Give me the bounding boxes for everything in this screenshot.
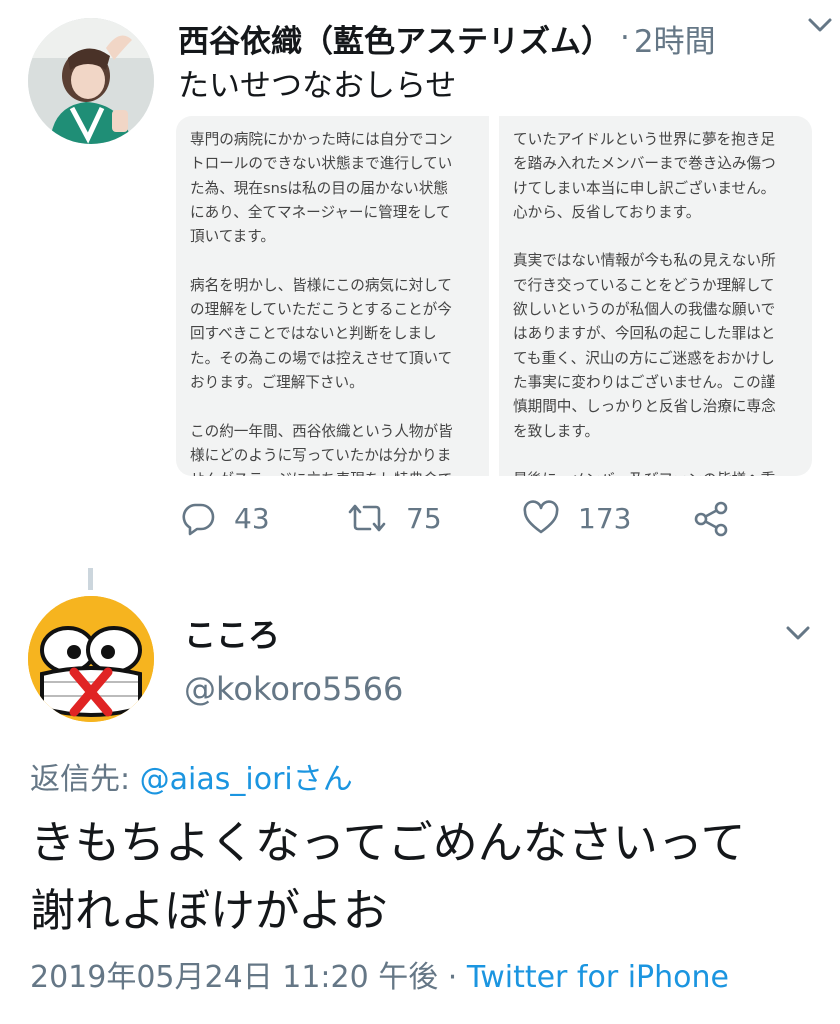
reply-icon bbox=[182, 503, 215, 536]
reply-prefix: 返信先: bbox=[30, 762, 140, 797]
media-text-line: ても重く、沢山の方にご迷惑をおかけし bbox=[513, 349, 775, 367]
media-text-line bbox=[190, 395, 475, 419]
user-handle[interactable]: @kokoro5566 bbox=[184, 670, 403, 708]
media-image-left[interactable]: 専門の病院にかかった時には自分でコン トロールのできない状態まで進行してい た為、現… bbox=[176, 116, 489, 476]
tweet-header: 西谷依織（藍色アステリズム） · 2時間 bbox=[178, 14, 818, 62]
media-text-line: で行き交っていることをどうか理解して bbox=[513, 276, 775, 294]
media-text-line: ていたアイドルという世界に夢を抱き足 bbox=[513, 131, 775, 148]
media-text-line: 病名を明かし、皆様にこの病気に対して bbox=[190, 276, 452, 294]
reply-user-link[interactable]: @aias_ioriさん bbox=[140, 762, 353, 797]
chevron-down-icon[interactable] bbox=[784, 622, 812, 644]
media-text-line: 慎期間中、しっかりと反省し治療に専念 bbox=[513, 398, 776, 416]
media-text-line: を致します。 bbox=[513, 422, 600, 440]
media-text-line: た。その為この場では控えさせて頂いて bbox=[190, 349, 453, 367]
media-text-line: けてしまい本当に申し訳ございません。 bbox=[513, 179, 776, 197]
tweet-text: たいせつなおしらせ bbox=[178, 68, 457, 104]
media-text-line: 様にどのように写っていたかは分かりま bbox=[190, 446, 452, 464]
tweet-meta: 2019年05月24日 11:20 午後 · Twitter for iPhon… bbox=[30, 952, 729, 996]
profile-photo-icon bbox=[28, 18, 154, 144]
media-text-line: にあり、全てマネージャーに管理をして bbox=[190, 203, 451, 221]
media-text-line: 欲しいというのが私個人の我儘な願いで bbox=[513, 301, 776, 319]
replying-to: 返信先: @aias_ioriさん bbox=[30, 754, 353, 798]
media-text-line: はありますが、今回私の起こした罪はと bbox=[513, 325, 776, 343]
tweet-text-line: きもちよくなってごめんなさいって bbox=[30, 816, 746, 869]
tweet-media[interactable]: 専門の病院にかかった時には自分でコン トロールのできない状態まで進行してい た為、現… bbox=[176, 116, 812, 476]
media-text-line: 頂いてます。 bbox=[190, 228, 275, 246]
media-text-line bbox=[190, 249, 475, 273]
display-name[interactable]: こころ bbox=[184, 610, 280, 656]
like-button[interactable]: 173 bbox=[522, 500, 631, 536]
media-text-line: この約一年間、西谷依織という人物が皆 bbox=[190, 422, 453, 440]
avatar[interactable] bbox=[28, 596, 154, 722]
media-text-line: せんがステージに立ち表現をし特典会で bbox=[190, 468, 475, 476]
tweet-actions: 43 75 173 bbox=[180, 500, 740, 544]
media-text-line: 心から、反省しております。 bbox=[513, 203, 701, 221]
separator-dot: · bbox=[438, 960, 467, 995]
media-text-line bbox=[513, 444, 798, 468]
media-text-line: 回すべきことではないと判断をしまし bbox=[190, 325, 437, 343]
media-text-line: おります。ご理解下さい。 bbox=[190, 373, 364, 391]
tweet-time[interactable]: 2時間 bbox=[634, 16, 716, 61]
media-text-line: た為、現在snsは私の目の届かない状態 bbox=[190, 179, 448, 197]
tweet-text-line: 謝れよぼけがよお bbox=[30, 884, 388, 937]
separator-dot: · bbox=[620, 20, 630, 56]
media-text-line: 専門の病院にかかった時には自分でコン bbox=[190, 131, 453, 148]
avatar[interactable] bbox=[28, 18, 154, 144]
retweet-icon bbox=[348, 504, 386, 532]
retweet-count: 75 bbox=[406, 501, 442, 535]
share-button[interactable] bbox=[692, 500, 730, 538]
media-text-line: の理解をしていただこうとすることが今 bbox=[190, 301, 452, 319]
like-count: 173 bbox=[578, 501, 632, 535]
reply-count: 43 bbox=[234, 501, 270, 535]
chevron-down-icon[interactable] bbox=[806, 14, 834, 36]
media-text-line: 最後に、メンバー及びファンの皆様へ重 bbox=[513, 468, 798, 476]
retweet-button[interactable]: 75 bbox=[346, 500, 442, 536]
display-name[interactable]: 西谷依織（藍色アステリズム） bbox=[178, 16, 612, 61]
thread-connector bbox=[88, 568, 93, 590]
tweet-timestamp[interactable]: 2019年05月24日 11:20 午後 bbox=[30, 960, 438, 995]
media-text-line: 真実ではない情報が今も私の見えない所 bbox=[513, 252, 776, 270]
heart-icon bbox=[523, 500, 559, 534]
share-icon bbox=[694, 501, 728, 537]
media-text-line bbox=[513, 225, 798, 249]
reply-button[interactable]: 43 bbox=[180, 500, 270, 536]
profile-photo-icon bbox=[28, 596, 154, 722]
media-text-line: を踏み入れたメンバーまで巻き込み傷つ bbox=[513, 155, 776, 173]
media-text-line: た事実に変わりはございません。この謹 bbox=[513, 373, 776, 391]
media-text-line: トロールのできない状態まで進行してい bbox=[190, 155, 453, 173]
media-image-right[interactable]: ていたアイドルという世界に夢を抱き足 を踏み入れたメンバーまで巻き込み傷つ けてしま… bbox=[499, 116, 812, 476]
tweet-source-link[interactable]: Twitter for iPhone bbox=[467, 960, 729, 995]
